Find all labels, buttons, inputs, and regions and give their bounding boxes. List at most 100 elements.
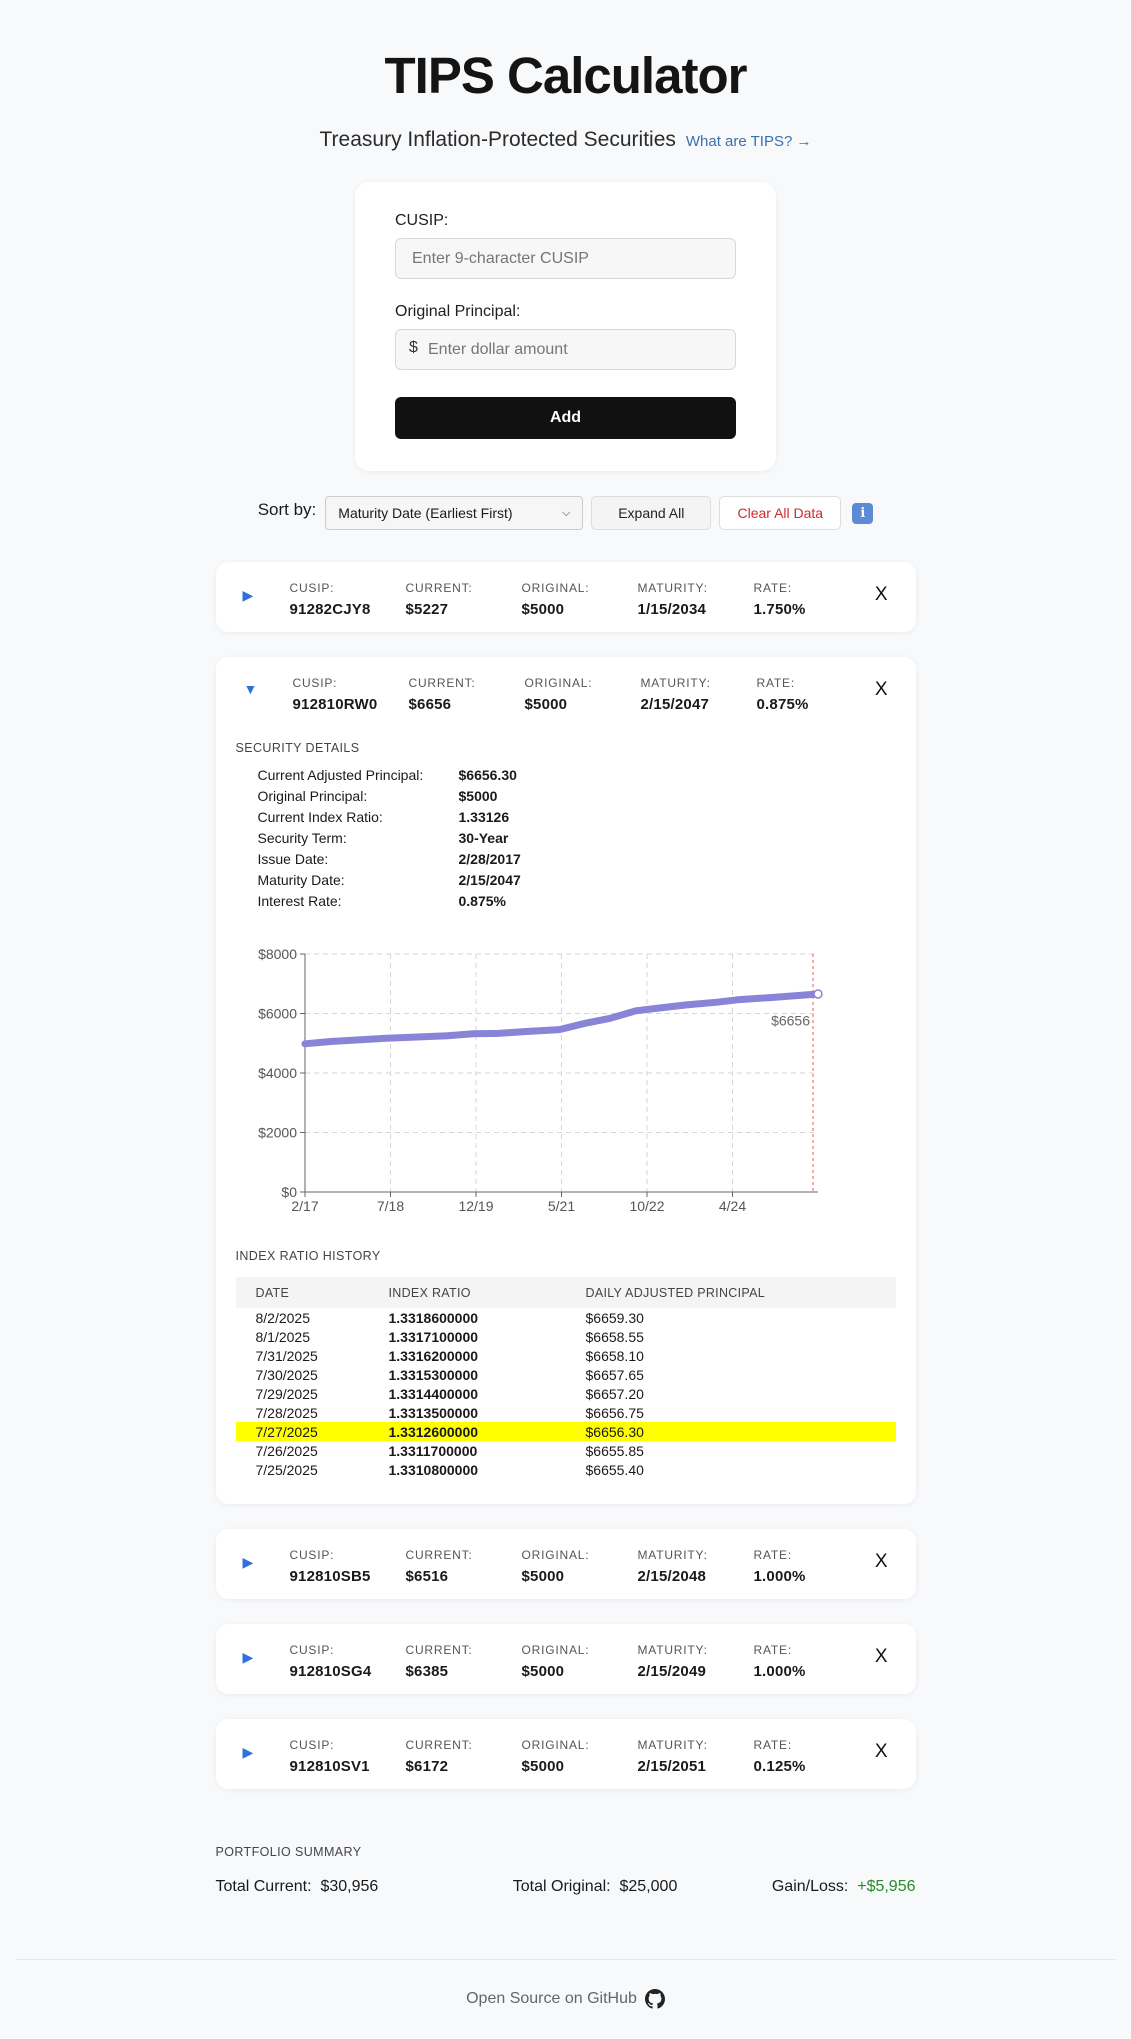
rate-field-label: RATE: [753,581,792,595]
expand-triangle-icon[interactable]: ▶ [243,1649,257,1665]
data-point [494,1030,501,1037]
history-index-ratio: 1.3311700000 [388,1442,478,1459]
sort-select[interactable]: Maturity Date (Earliest First) ⌵ [325,496,584,530]
history-date: 7/27/2025 [255,1423,318,1440]
clear-all-data-button[interactable]: Clear All Data [719,496,842,530]
original-field-label: ORIGINAL: [521,1548,590,1562]
cusip-value: 912810SB5 [289,1568,371,1585]
footer: Open Source on GitHub [16,1959,1115,2009]
history-index-ratio: 1.3318600000 [388,1309,479,1326]
original-field-label: ORIGINAL: [524,676,593,690]
maturity-field-label: MATURITY: [637,1548,708,1562]
maturity-value: 2/15/2051 [637,1758,707,1775]
current-value-label: $6656 [771,1012,810,1028]
collapse-triangle-icon[interactable]: ▼ [244,681,258,697]
cusip-input[interactable] [395,238,736,279]
history-daily-principal: $6658.10 [585,1347,644,1364]
x-tick-label: 12/19 [458,1198,493,1214]
security-card-header[interactable]: ▶ CUSIP: 912810SV1 CURRENT: $6172 ORIGIN… [216,1719,916,1789]
history-row: 8/2/2025 1.3318600000 $6659.30 [236,1308,896,1327]
security-card-header[interactable]: ▶ CUSIP: 912810SG4 CURRENT: $6385 ORIGIN… [216,1624,916,1694]
cusip-field-label: CUSIP: [292,676,338,690]
portfolio-summary: PORTFOLIO SUMMARY Total Current: $30,956… [216,1845,916,1896]
cusip-field: CUSIP: 912810SG4 [290,1643,372,1680]
current-value: $6656 [408,696,452,713]
security-card-header[interactable]: ▶ CUSIP: 912810SB5 CURRENT: $6516 ORIGIN… [216,1529,916,1599]
y-tick-label: $6000 [258,1006,297,1022]
remove-security-button[interactable]: X [875,1551,888,1573]
detail-value: $5000 [458,787,498,804]
security-card: ▶ CUSIP: 912810SV1 CURRENT: $6172 ORIGIN… [215,1719,916,1789]
total-current: Total Current: $30,956 [216,1878,379,1896]
original-field: ORIGINAL: $5000 [522,1548,590,1585]
sort-label: Sort by: [257,500,317,519]
data-point [789,992,796,999]
github-link[interactable]: Open Source on GitHub [16,1989,1115,2009]
maturity-field: MATURITY: 1/15/2034 [638,581,708,618]
sort-controls: Sort by: Maturity Date (Earliest First) … [0,495,1131,531]
current-field: CURRENT: $6385 [406,1643,473,1680]
cusip-field-label: CUSIP: [289,1738,335,1752]
add-button[interactable]: Add [395,397,736,439]
chevron-down-icon: ⌵ [561,506,571,519]
total-original-label: Total Original: [512,1878,611,1895]
remove-security-button[interactable]: X [875,584,888,606]
cusip-field-label: CUSIP: [289,581,335,595]
history-row: 8/1/2025 1.3317100000 $6658.55 [236,1327,896,1346]
detail-row: Maturity Date: 2/15/2047 [258,869,896,890]
expand-triangle-icon[interactable]: ▶ [243,587,257,603]
cusip-value: 91282CJY8 [289,601,371,618]
current-point [812,989,823,999]
maturity-field: MATURITY: 2/15/2049 [638,1643,708,1680]
portfolio-summary-title: PORTFOLIO SUMMARY [215,1845,362,1859]
page-title: TIPS Calculator [384,47,748,104]
history-daily-principal: $6657.20 [585,1385,644,1402]
detail-value: 2/28/2017 [458,850,521,867]
expand-all-button[interactable]: Expand All [591,496,712,530]
rate-value: 1.000% [753,1568,806,1585]
rate-field-label: RATE: [753,1548,792,1562]
dollar-sign: $ [409,339,418,356]
maturity-field: MATURITY: 2/15/2051 [638,1738,708,1775]
github-icon [644,1989,665,2009]
index-history-table: DATE INDEX RATIO DAILY ADJUSTED PRINCIPA… [235,1277,896,1479]
remove-security-button[interactable]: X [875,679,888,701]
principal-label: Original Principal: [395,303,521,320]
current-value: $6172 [405,1758,449,1775]
detail-label: Current Adjusted Principal: [257,766,424,783]
gain-loss-label: Gain/Loss: [771,1878,849,1895]
total-original-value: $25,000 [619,1878,678,1895]
subtitle-row: Treasury Inflation-Protected Securities … [0,128,1131,152]
original-field-label: ORIGINAL: [521,1643,590,1657]
history-date: 7/28/2025 [255,1404,318,1421]
history-index-ratio: 1.3313500000 [388,1404,479,1421]
footer-text: Open Source on GitHub [466,1990,637,2007]
info-icon[interactable]: i [852,502,874,524]
expand-triangle-icon[interactable]: ▶ [243,1554,257,1570]
cusip-field: CUSIP: 912810RW0 [293,676,378,713]
total-original: Total Original: $25,000 [513,1878,678,1896]
cusip-label: CUSIP: [395,212,449,229]
expand-triangle-icon[interactable]: ▶ [243,1744,257,1760]
maturity-field-label: MATURITY: [640,676,711,690]
header-daily-principal: DAILY ADJUSTED PRINCIPAL [585,1285,765,1300]
total-current-value: $30,956 [320,1878,379,1895]
history-index-ratio: 1.3314400000 [388,1385,479,1402]
detail-value: 30-Year [458,829,509,846]
original-field-label: ORIGINAL: [521,1738,590,1752]
original-value: $5000 [521,1568,565,1585]
security-card-header[interactable]: ▶ CUSIP: 91282CJY8 CURRENT: $5227 ORIGIN… [216,562,916,632]
what-are-tips-link[interactable]: What are TIPS? → [686,133,812,150]
remove-security-button[interactable]: X [875,1646,888,1668]
history-daily-principal: $6655.40 [585,1461,644,1478]
remove-security-button[interactable]: X [875,1741,888,1763]
original-field: ORIGINAL: $5000 [522,1738,590,1775]
detail-label: Interest Rate: [257,892,342,909]
cusip-field-label: CUSIP: [289,1548,335,1562]
original-value: $5000 [521,1663,565,1680]
history-date: 7/31/2025 [255,1347,318,1364]
history-daily-principal: $6656.75 [585,1404,644,1421]
maturity-value: 2/15/2047 [640,696,710,713]
security-card-header[interactable]: ▼ CUSIP: 912810RW0 CURRENT: $6656 ORIGIN… [216,657,916,727]
principal-input[interactable] [395,329,736,370]
